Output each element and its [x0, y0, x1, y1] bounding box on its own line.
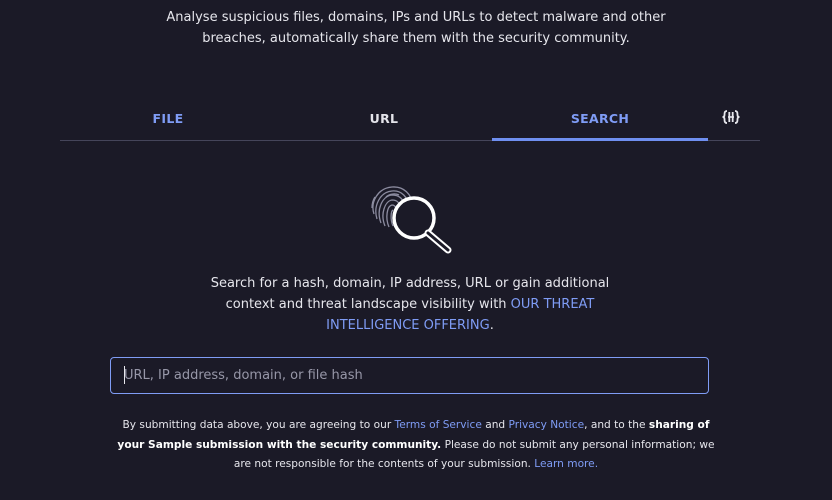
braces-toggle-icon — [721, 109, 741, 128]
fingerprint-magnifier-icon — [364, 178, 456, 256]
intro-line-1: Analyse suspicious files, domains, IPs a… — [166, 10, 666, 25]
tab-more[interactable] — [708, 96, 754, 140]
intro-text: Analyse suspicious files, domains, IPs a… — [0, 7, 832, 49]
tab-file[interactable]: FILE — [60, 96, 276, 140]
privacy-notice-link[interactable]: Privacy Notice — [509, 419, 585, 431]
search-description: Search for a hash, domain, IP address, U… — [200, 273, 620, 336]
learn-more-link[interactable]: Learn more. — [534, 458, 598, 470]
tab-search[interactable]: SEARCH — [492, 96, 708, 141]
legal-text-2: , and to the — [584, 419, 649, 431]
legal-notice: By submitting data above, you are agreei… — [115, 416, 717, 475]
legal-text-and: and — [481, 419, 509, 431]
tab-url[interactable]: URL — [276, 96, 492, 140]
submission-tabs: FILE URL SEARCH — [60, 96, 760, 141]
intro-line-2: breaches, automatically share them with … — [202, 31, 630, 46]
legal-text-1: By submitting data above, you are agreei… — [122, 419, 395, 431]
search-input[interactable] — [111, 358, 708, 393]
text-cursor — [124, 366, 125, 384]
terms-of-service-link[interactable]: Terms of Service — [395, 419, 482, 431]
search-description-suffix: . — [489, 318, 494, 333]
search-field-container — [110, 357, 709, 394]
